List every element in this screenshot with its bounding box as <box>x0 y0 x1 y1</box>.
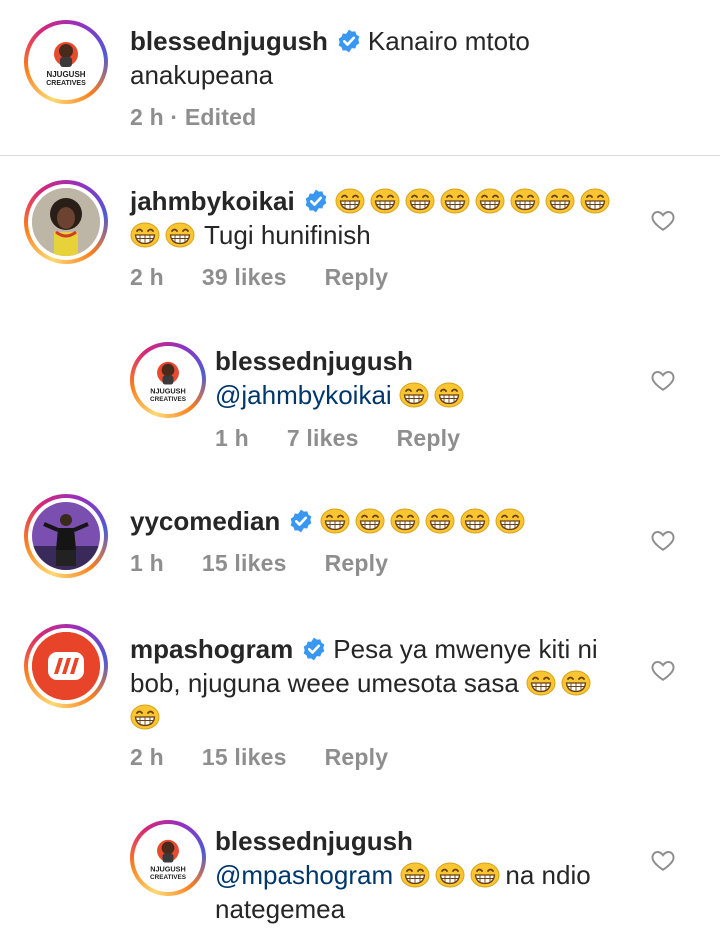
svg-text:CREATIVES: CREATIVES <box>150 396 186 403</box>
reply-button[interactable]: Reply <box>397 425 461 451</box>
grinning-emoji-icon <box>335 188 365 214</box>
comment-text-line2: nategemea <box>215 894 346 924</box>
grinning-emoji-icon <box>390 508 420 534</box>
mention-link[interactable]: @mpashogram <box>215 860 393 890</box>
verified-badge-icon <box>301 636 327 662</box>
emoji-row <box>400 860 505 890</box>
grinning-emoji-icon <box>435 862 465 888</box>
comment-username[interactable]: blessednjugush <box>215 826 413 856</box>
grinning-emoji-icon <box>130 222 160 248</box>
grinning-emoji-icon <box>370 188 400 214</box>
comment-time: 1 h <box>130 550 164 576</box>
grinning-emoji-icon <box>165 222 195 248</box>
grinning-emoji-icon <box>434 382 464 408</box>
grinning-emoji-icon <box>561 670 591 696</box>
likes-count[interactable]: 7 likes <box>287 425 359 451</box>
avatar-photo-woman <box>32 188 100 256</box>
avatar-jahmbykoikai[interactable] <box>24 180 108 264</box>
grinning-emoji-icon <box>399 382 429 408</box>
reply-button[interactable]: Reply <box>325 744 389 770</box>
njugush-logo-icon: NJUGUSH CREATIVES <box>150 839 186 881</box>
grinning-emoji-icon <box>405 188 435 214</box>
likes-count[interactable]: 39 likes <box>202 264 287 290</box>
caption-comment: NJUGUSH CREATIVES blessednjugush Kanairo … <box>0 0 720 155</box>
grinning-emoji-icon <box>460 508 490 534</box>
reply-blessednjugush-1: NJUGUSH CREATIVES blessednjugush @jahmby… <box>0 330 720 470</box>
grinning-emoji-icon <box>526 670 556 696</box>
comment-time: 2 h <box>130 264 164 290</box>
reply-button[interactable]: Reply <box>325 550 389 576</box>
svg-text:CREATIVES: CREATIVES <box>46 80 86 87</box>
emoji-row <box>320 506 530 536</box>
comment-time: 2 h · Edited <box>130 104 257 130</box>
comment-time: 1 h <box>215 425 249 451</box>
heart-outline-icon[interactable] <box>650 367 676 393</box>
avatar-mpashogram[interactable] <box>24 624 108 708</box>
comment-username[interactable]: mpashogram <box>130 634 293 664</box>
grinning-emoji-icon <box>580 188 610 214</box>
comment-text-line2: bob, njuguna weee umesota sasa <box>130 668 519 698</box>
caption-divider <box>0 155 720 156</box>
verified-badge-icon <box>288 508 314 534</box>
comment-username[interactable]: blessednjugush <box>130 26 328 56</box>
comment-username[interactable]: blessednjugush <box>215 346 413 376</box>
grinning-emoji-icon <box>130 704 160 730</box>
heart-outline-icon[interactable] <box>650 207 676 233</box>
comment-time: 2 h <box>130 744 164 770</box>
avatar-blessednjugush[interactable]: NJUGUSH CREATIVES <box>130 342 206 418</box>
heart-outline-icon[interactable] <box>650 527 676 553</box>
comment-jahmbykoikai: jahmbykoikai Tugi hunifinish 2 h 39 likes… <box>0 160 720 310</box>
grinning-emoji-icon <box>425 508 455 534</box>
avatar-yycomedian[interactable] <box>24 494 108 578</box>
grinning-emoji-icon <box>510 188 540 214</box>
grinning-emoji-icon <box>475 188 505 214</box>
svg-text:CREATIVES: CREATIVES <box>150 874 186 881</box>
heart-outline-icon[interactable] <box>650 847 676 873</box>
emoji-row-1 <box>335 186 615 216</box>
grinning-emoji-icon <box>470 862 500 888</box>
comment-username[interactable]: jahmbykoikai <box>130 186 295 216</box>
svg-text:NJUGUSH: NJUGUSH <box>150 387 186 396</box>
grinning-emoji-icon <box>495 508 525 534</box>
svg-text:NJUGUSH: NJUGUSH <box>150 865 186 874</box>
avatar-photo-man <box>32 502 100 570</box>
likes-count[interactable]: 15 likes <box>202 550 287 576</box>
grinning-emoji-icon <box>400 862 430 888</box>
avatar-blessednjugush[interactable]: NJUGUSH CREATIVES <box>130 820 206 896</box>
comment-text: na ndio <box>505 860 591 890</box>
verified-badge-icon <box>336 28 362 54</box>
comment-yycomedian: yycomedian 1 h 15 likes Reply <box>0 480 720 600</box>
grinning-emoji-icon <box>440 188 470 214</box>
mpasho-logo-icon <box>32 632 100 700</box>
likes-count[interactable]: 15 likes <box>202 744 287 770</box>
verified-badge-icon <box>303 188 329 214</box>
emoji-row <box>399 380 469 410</box>
njugush-logo-icon: NJUGUSH CREATIVES <box>46 42 86 87</box>
grinning-emoji-icon <box>320 508 350 534</box>
comment-username[interactable]: yycomedian <box>130 506 280 536</box>
mention-link[interactable]: @jahmbykoikai <box>215 380 392 410</box>
avatar-blessednjugush[interactable]: NJUGUSH CREATIVES <box>24 20 108 104</box>
njugush-logo-icon: NJUGUSH CREATIVES <box>150 361 186 403</box>
emoji-row-2 <box>130 220 200 250</box>
svg-text:NJUGUSH: NJUGUSH <box>46 70 85 79</box>
grinning-emoji-icon <box>355 508 385 534</box>
reply-button[interactable]: Reply <box>325 264 389 290</box>
heart-outline-icon[interactable] <box>650 657 676 683</box>
reply-blessednjugush-2: NJUGUSH CREATIVES blessednjugush @mpasho… <box>0 810 720 935</box>
grinning-emoji-icon <box>545 188 575 214</box>
comment-text-line1: Pesa ya mwenye kiti ni <box>333 634 598 664</box>
comment-text: Tugi hunifinish <box>204 220 371 250</box>
comment-mpashogram: mpashogram Pesa ya mwenye kiti ni bob, nj… <box>0 610 720 780</box>
